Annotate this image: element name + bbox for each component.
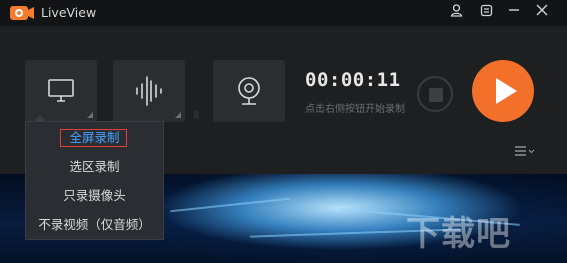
record-button[interactable] (472, 60, 534, 122)
minimize-icon[interactable] (505, 4, 523, 22)
gear-icon[interactable] (477, 4, 495, 22)
audio-waveform-icon (136, 76, 162, 106)
tile-dropdown-corner[interactable] (175, 112, 181, 118)
play-icon (496, 78, 517, 104)
webcam-icon (238, 77, 260, 105)
recording-timer: 00:00:11 (305, 69, 401, 91)
menu-item-webcam-only[interactable]: 只录摄像头 (26, 182, 163, 210)
audio-level-meter (194, 67, 199, 119)
stop-icon (429, 88, 443, 102)
record-hint: 点击右侧按钮开始录制 (305, 104, 405, 115)
record-mode-dropdown: 全屏录制 选区录制 只录摄像头 不录视频（仅音频） (25, 121, 164, 240)
camera-logo-icon (10, 6, 34, 20)
user-icon[interactable] (447, 4, 465, 22)
menu-item-region[interactable]: 选区录制 (26, 153, 163, 181)
title-bar: LiveView (0, 0, 567, 26)
audio-capture-tile[interactable] (113, 60, 185, 122)
app-title: LiveView (41, 5, 97, 20)
screen-capture-tile[interactable] (25, 60, 97, 122)
menu-item-audio-only[interactable]: 不录视频（仅音频） (26, 211, 163, 239)
webcam-tile[interactable] (213, 60, 285, 122)
audio-level-fill (194, 67, 199, 111)
menu-icon[interactable] (514, 145, 536, 161)
close-icon[interactable] (533, 4, 551, 22)
stop-button[interactable] (417, 76, 453, 112)
liveview-window: LiveView 00:00:11 点击右侧按钮开始录制 下载吧 全屏录制 选区… (0, 0, 567, 263)
watermark: 下载吧 (406, 214, 511, 254)
menu-item-fullscreen[interactable]: 全屏录制 (26, 124, 163, 152)
tile-dropdown-corner[interactable] (87, 112, 93, 118)
monitor-icon (48, 79, 74, 102)
